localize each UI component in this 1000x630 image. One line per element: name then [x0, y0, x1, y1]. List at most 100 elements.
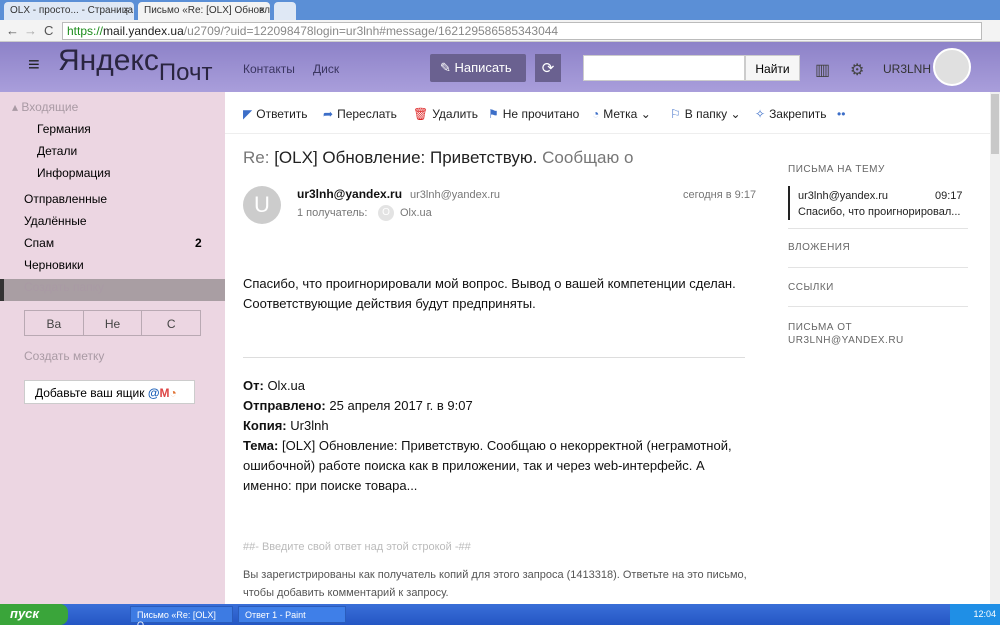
- folder-spam[interactable]: Спам: [24, 236, 54, 250]
- compose-button[interactable]: ✎ Написать: [430, 54, 526, 82]
- from-sender-section[interactable]: ПИСЬМА ОТ UR3LNH@YANDEX.RU: [788, 321, 928, 347]
- trash-icon: 🗑: [413, 107, 429, 121]
- taskbar-item[interactable]: Ответ 1 - Paint: [238, 606, 346, 623]
- topic-value: [OLX] Обновление: Приветствую. Сообщаю о…: [243, 438, 732, 493]
- url-input[interactable]: https://mail.yandex.ua/u2709/?uid=122098…: [62, 22, 982, 40]
- browser-tab-active[interactable]: Письмо «Re: [OLX] Обновле ×: [138, 2, 270, 20]
- label-button[interactable]: ◔ Метка ⌄: [592, 107, 651, 121]
- folder-deleted[interactable]: Удалённые: [24, 214, 87, 228]
- folder-sent[interactable]: Отправленные: [24, 192, 107, 206]
- mark-unread-button[interactable]: ⚑ Не прочитано: [488, 107, 579, 121]
- start-button[interactable]: пуск: [0, 604, 68, 625]
- browser-tab[interactable]: OLX - просто... - Страница ×: [4, 2, 134, 20]
- thread-from[interactable]: ur3lnh@yandex.ru: [798, 190, 888, 202]
- more-icon[interactable]: ••: [837, 107, 845, 121]
- forward-icon: ➦: [323, 107, 334, 121]
- start-label: пуск: [10, 606, 39, 621]
- search-button[interactable]: Найти: [745, 55, 800, 81]
- subfolder-item[interactable]: Германия: [37, 122, 91, 136]
- search-input[interactable]: [583, 55, 745, 81]
- divider: [243, 357, 745, 358]
- back-icon[interactable]: ←: [6, 23, 19, 38]
- label-tab[interactable]: Ва: [25, 311, 84, 335]
- scrollbar[interactable]: [990, 92, 1000, 604]
- delete-button[interactable]: 🗑 Удалить: [413, 107, 478, 121]
- add-mailbox-label: Добавьте ваш ящик: [35, 386, 145, 400]
- reload-icon[interactable]: C: [44, 23, 53, 38]
- folder-drafts[interactable]: Черновики: [24, 258, 84, 272]
- subject-prefix: Re:: [243, 148, 270, 167]
- thread-title: ПИСЬМА НА ТЕМУ: [788, 164, 885, 175]
- chevron-down-icon: ⌄: [730, 107, 741, 121]
- links-section[interactable]: ССЫЛКИ: [788, 282, 834, 293]
- pencil-icon: ✎: [440, 60, 455, 75]
- menu-icon[interactable]: ≡: [28, 54, 40, 77]
- subject-main: [OLX] Обновление: Приветствую.: [274, 148, 538, 167]
- label-tab[interactable]: Не: [84, 311, 143, 335]
- disk-link[interactable]: Диск: [313, 62, 339, 76]
- logo[interactable]: ЯндексПочт: [58, 44, 212, 86]
- folder-label: Входящие: [21, 100, 79, 114]
- url-host: mail.yandex.ua: [103, 24, 184, 38]
- sender-avatar: U: [243, 186, 281, 224]
- divider: [788, 306, 968, 307]
- spam-count: 2: [195, 236, 202, 250]
- refresh-button[interactable]: ⟳: [535, 54, 561, 82]
- forward-label: Переслать: [337, 107, 397, 121]
- close-icon[interactable]: ×: [123, 5, 129, 16]
- create-folder-link[interactable]: Создать папку: [24, 280, 104, 294]
- scrollbar-thumb[interactable]: [991, 94, 999, 154]
- message-body: Спасибо, что проигнорировали мой вопрос.…: [243, 276, 736, 311]
- label-tab[interactable]: С: [142, 311, 200, 335]
- url-scheme: https://: [67, 24, 104, 38]
- reply-button[interactable]: ◤ Ответить: [243, 107, 308, 121]
- url-path: /u2709/?uid=122098478login=ur3lnh#messag…: [183, 24, 559, 38]
- subject-rest: Сообщаю о: [542, 148, 634, 167]
- tab-title: OLX - просто... - Страница: [10, 5, 134, 16]
- settings-icon[interactable]: ⚙: [850, 60, 864, 80]
- address-bar-row: ← → C https://mail.yandex.ua/u2709/?uid=…: [0, 20, 1000, 42]
- cc-link[interactable]: Ur3lnh: [290, 418, 328, 433]
- compose-label: Написать: [454, 60, 512, 75]
- thread-marker: [788, 186, 790, 220]
- chevron-down-icon: ⌄: [640, 107, 651, 121]
- recipients-label: 1 получатель:: [297, 207, 368, 219]
- close-icon[interactable]: ×: [259, 5, 265, 16]
- avatar[interactable]: [933, 48, 971, 86]
- reply-label: Ответить: [256, 107, 308, 121]
- recipient[interactable]: Olx.ua: [400, 203, 432, 223]
- taskbar-item[interactable]: Письмо «Re: [OLX] O...: [130, 606, 233, 630]
- add-mailbox-button[interactable]: Добавьте ваш ящик @M◔: [24, 380, 195, 404]
- pin-button[interactable]: ✧ Закрепить: [755, 107, 827, 121]
- mail-header: ≡ ЯндексПочт Контакты Диск ✎ Написать ⟳ …: [0, 42, 1000, 92]
- apps-icon[interactable]: ▥: [815, 60, 830, 80]
- pin-icon: ✧: [755, 107, 766, 121]
- attachments-section[interactable]: ВЛОЖЕНИЯ: [788, 242, 850, 253]
- unread-label: Не прочитано: [502, 107, 580, 121]
- sidebar: ▴ Входящие Германия Детали Информация От…: [0, 92, 225, 604]
- folder-inbox[interactable]: ▴ Входящие: [12, 100, 78, 114]
- taskbar: пуск Письмо «Re: [OLX] O... Ответ 1 - Pa…: [0, 604, 1000, 630]
- create-label-link[interactable]: Создать метку: [24, 349, 104, 363]
- contacts-link[interactable]: Контакты: [243, 62, 295, 76]
- forward-button[interactable]: ➦ Переслать: [323, 107, 397, 121]
- subfolder-item[interactable]: Информация: [37, 166, 110, 180]
- gmail-icon: M: [159, 386, 170, 400]
- forward-icon[interactable]: →: [24, 23, 37, 38]
- subfolder-item[interactable]: Детали: [37, 144, 77, 158]
- move-folder-button[interactable]: ⚐ В папку ⌄: [670, 107, 741, 121]
- pin-label: Закрепить: [769, 107, 827, 121]
- footer-note: Вы зарегистрированы как получатель копий…: [243, 569, 747, 599]
- tab-title: Письмо «Re: [OLX] Обновле: [144, 5, 270, 16]
- system-tray: 12:04: [950, 604, 1000, 625]
- from-link[interactable]: Olx.ua: [267, 378, 305, 393]
- thread-snippet[interactable]: Спасибо, что проигнорировал...: [798, 206, 960, 218]
- username[interactable]: UR3LNH: [883, 62, 931, 76]
- tag-icon: ◔: [592, 107, 600, 121]
- topic-label: Тема:: [243, 438, 279, 453]
- sender-name[interactable]: ur3lnh@yandex.ru: [297, 184, 402, 204]
- divider: [788, 267, 968, 268]
- sender-email: ur3lnh@yandex.ru: [410, 189, 501, 201]
- new-tab-button[interactable]: [274, 2, 296, 20]
- message-date: сегодня в 9:17: [683, 189, 757, 201]
